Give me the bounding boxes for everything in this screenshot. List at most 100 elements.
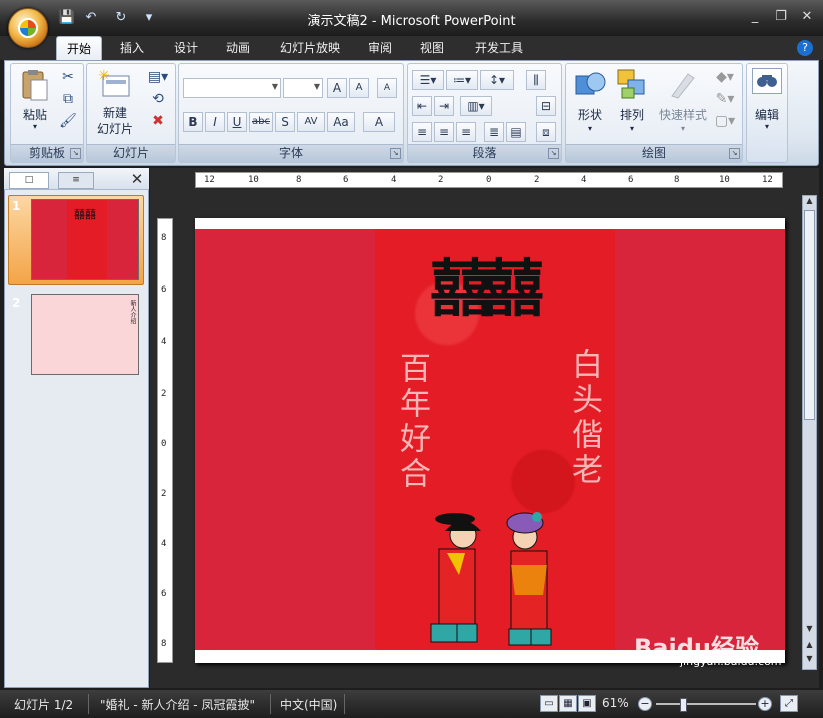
zoom-out-icon[interactable]: − <box>638 697 652 711</box>
shadow-button[interactable]: S <box>275 112 295 132</box>
shrink-font-button[interactable]: A <box>349 78 369 98</box>
paragraph-launcher-icon[interactable]: ↘ <box>548 148 559 159</box>
strikethrough-button[interactable]: abc <box>249 112 273 132</box>
minimize-button[interactable]: _ <box>744 8 766 26</box>
thumb1-xi: 囍囍 <box>74 208 96 221</box>
normal-view-icon[interactable]: ▭ <box>540 695 558 712</box>
font-size-combo[interactable]: ▼ <box>283 78 323 98</box>
tab-insert[interactable]: 插入 <box>110 36 154 60</box>
slide-position: 幻灯片 1/2 <box>14 698 74 712</box>
paste-button[interactable] <box>19 68 49 102</box>
arrange-button[interactable] <box>616 68 650 102</box>
font-color-button[interactable]: A <box>363 112 395 132</box>
shapes-button[interactable] <box>574 68 608 102</box>
clipboard-launcher-icon[interactable]: ↘ <box>70 148 81 159</box>
text-direction-button[interactable]: ⫼ <box>526 70 546 90</box>
new-slide-button[interactable]: ✳ <box>97 68 131 100</box>
paragraph-group: ☰▾ ≔▾ ↕▾ ⫼ ⇤ ⇥ ▥▾ ⊟ ≡ ≡ ≡ ≣ ▤ ⧈ 段落 ↘ <box>407 63 562 163</box>
arrange-dropdown-icon[interactable]: ▾ <box>610 124 654 133</box>
tab-review[interactable]: 审阅 <box>358 36 402 60</box>
cut-icon[interactable]: ✂ <box>59 68 77 86</box>
editing-label[interactable]: 编辑 <box>747 106 787 123</box>
layout-icon[interactable]: ▤▾ <box>145 68 171 86</box>
close-pane-icon[interactable]: ✕ <box>130 171 144 187</box>
justify-button[interactable]: ≣ <box>484 122 504 142</box>
next-slide-icon[interactable]: ▼ <box>804 654 815 663</box>
slide-thumbnail-1[interactable]: 囍囍 <box>31 199 139 280</box>
restore-button[interactable]: ❐ <box>770 8 792 26</box>
slide-thumbnail-2[interactable]: 新人介绍 <box>31 294 139 375</box>
line-spacing-button[interactable]: ↕▾ <box>480 70 514 90</box>
align-text-button[interactable]: ⊟ <box>536 96 556 116</box>
editing-dropdown-icon[interactable]: ▾ <box>747 122 787 131</box>
tab-design[interactable]: 设计 <box>164 36 208 60</box>
previous-slide-icon[interactable]: ▲ <box>804 640 815 649</box>
watermark-url: jingyan.baidu.com <box>680 655 782 668</box>
tab-animation[interactable]: 动画 <box>216 36 260 60</box>
clear-format-button[interactable]: A <box>377 78 397 98</box>
bold-button[interactable]: B <box>183 112 203 132</box>
font-launcher-icon[interactable]: ↘ <box>390 148 401 159</box>
increase-indent-button[interactable]: ⇥ <box>434 96 454 116</box>
paste-dropdown-icon[interactable]: ▾ <box>15 122 55 131</box>
bullets-button[interactable]: ☰▾ <box>412 70 444 90</box>
arrange-icon <box>617 69 645 99</box>
underline-button[interactable]: U <box>227 112 247 132</box>
new-slide-icon: ✳ <box>98 68 130 97</box>
delete-slide-icon[interactable]: ✖ <box>145 112 171 130</box>
change-case-button[interactable]: Aa <box>327 112 355 132</box>
quick-styles-icon <box>671 73 695 99</box>
paragraph-group-label: 段落 <box>408 144 561 162</box>
help-icon[interactable]: ? <box>797 40 813 56</box>
slides-tab[interactable]: □ <box>9 172 49 189</box>
drawing-group: 形状 ▾ 排列 ▾ 快速样式 ▾ ◆▾ ✎▾ ▢▾ 绘图 ↘ <box>565 63 743 163</box>
distributed-button[interactable]: ▤ <box>506 122 526 142</box>
grow-font-button[interactable]: A <box>327 78 347 98</box>
zoom-slider-thumb[interactable] <box>680 698 687 712</box>
copy-icon[interactable]: ⧉ <box>59 90 77 108</box>
font-name-combo[interactable]: ▼ <box>183 78 281 98</box>
new-slide-label-2: 幻灯片 <box>96 122 133 136</box>
slide-sorter-icon[interactable]: ▦ <box>559 695 577 712</box>
reset-icon[interactable]: ⟲ <box>145 90 171 108</box>
zoom-in-icon[interactable]: + <box>758 697 772 711</box>
decrease-indent-button[interactable]: ⇤ <box>412 96 432 116</box>
smartart-button[interactable]: ⧈ <box>536 122 556 142</box>
quick-styles-dropdown-icon[interactable]: ▾ <box>652 124 714 133</box>
shape-outline-icon[interactable]: ✎▾ <box>712 90 738 108</box>
fit-to-window-icon[interactable]: ⤢ <box>780 695 798 712</box>
align-left-button[interactable]: ≡ <box>412 122 432 142</box>
tab-view[interactable]: 视图 <box>410 36 454 60</box>
char-spacing-button[interactable]: AV <box>297 112 325 132</box>
drawing-launcher-icon[interactable]: ↘ <box>729 148 740 159</box>
zoom-slider[interactable] <box>656 703 756 705</box>
find-icon[interactable] <box>752 68 782 94</box>
slides-group: ✳ 新建 幻灯片 ▤▾ ⟲ ✖ 幻灯片 <box>86 63 176 163</box>
quick-styles-button[interactable] <box>666 68 700 102</box>
slideshow-view-icon[interactable]: ▣ <box>578 695 596 712</box>
shapes-label: 形状 <box>577 108 602 122</box>
scrollbar-thumb[interactable] <box>804 210 815 420</box>
shape-fill-icon[interactable]: ◆▾ <box>712 68 738 86</box>
font-group-label: 字体 <box>179 144 403 162</box>
outline-tab[interactable]: ≡ <box>58 172 94 189</box>
align-right-button[interactable]: ≡ <box>456 122 476 142</box>
italic-button[interactable]: I <box>205 112 225 132</box>
shapes-dropdown-icon[interactable]: ▾ <box>568 124 612 133</box>
language-status[interactable]: 中文(中国) <box>280 696 337 713</box>
scroll-down-icon[interactable]: ▼ <box>804 624 815 633</box>
vertical-scrollbar[interactable]: ▲ ▼ ▲ ▼ <box>802 195 817 670</box>
close-button[interactable]: ✕ <box>796 8 818 26</box>
zoom-level[interactable]: 61% <box>602 696 629 710</box>
office-button[interactable] <box>8 8 48 48</box>
format-painter-icon[interactable]: 🖌 <box>59 112 77 130</box>
numbering-button[interactable]: ≔▾ <box>446 70 478 90</box>
tab-slideshow[interactable]: 幻灯片放映 <box>272 36 348 60</box>
tab-home[interactable]: 开始 <box>56 36 102 60</box>
scroll-up-icon[interactable]: ▲ <box>804 196 815 205</box>
right-blessing-text: 白头偕老 <box>566 348 602 488</box>
shape-effects-icon[interactable]: ▢▾ <box>712 112 738 130</box>
align-center-button[interactable]: ≡ <box>434 122 454 142</box>
tab-developer[interactable]: 开发工具 <box>464 36 534 60</box>
columns-button[interactable]: ▥▾ <box>460 96 492 116</box>
